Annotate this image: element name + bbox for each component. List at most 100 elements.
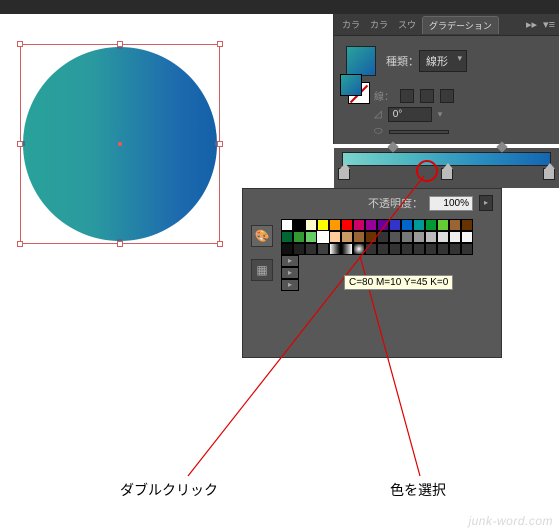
swatch-cell[interactable]: [329, 243, 341, 255]
swatch-cell[interactable]: [461, 243, 473, 255]
swatch-cell[interactable]: [377, 219, 389, 231]
gradient-slider[interactable]: [342, 152, 551, 166]
swatch-cell[interactable]: [437, 231, 449, 243]
tab-color[interactable]: カラ: [338, 15, 364, 34]
gradient-slider-row: [334, 148, 559, 188]
swatch-cell[interactable]: [461, 219, 473, 231]
swatch-cell[interactable]: [437, 243, 449, 255]
swatch-cell[interactable]: [305, 231, 317, 243]
swatch-cell[interactable]: [389, 231, 401, 243]
swatches-popup: 不透明度： 100% ▸ 🎨 ▦ ▸▸▸: [242, 188, 502, 358]
swatch-cell[interactable]: [425, 243, 437, 255]
palette-icon: 🎨: [255, 229, 270, 243]
color-mode-button[interactable]: ▦: [251, 259, 273, 281]
gradient-stop[interactable]: [441, 168, 453, 180]
stroke-gradient-within[interactable]: [400, 89, 414, 103]
resize-handle[interactable]: [17, 41, 23, 47]
swatch-cell[interactable]: [389, 243, 401, 255]
resize-handle[interactable]: [117, 241, 123, 247]
resize-handle[interactable]: [217, 241, 223, 247]
swatch-tooltip: C=80 M=10 Y=45 K=0: [344, 275, 453, 290]
swatch-cell[interactable]: [317, 231, 329, 243]
swatch-folder-icon[interactable]: ▸: [281, 279, 299, 291]
swatch-cell[interactable]: [449, 231, 461, 243]
swatch-cell[interactable]: [449, 219, 461, 231]
swatch-cell[interactable]: [413, 231, 425, 243]
swatch-cell[interactable]: [377, 243, 389, 255]
swatch-cell[interactable]: [293, 231, 305, 243]
resize-handle[interactable]: [17, 241, 23, 247]
highlight-ring: [416, 160, 438, 182]
swatches-mode-button[interactable]: 🎨: [251, 225, 273, 247]
resize-handle[interactable]: [117, 41, 123, 47]
resize-handle[interactable]: [217, 41, 223, 47]
opacity-dropdown-icon[interactable]: ▸: [479, 195, 493, 211]
swatch-cell[interactable]: [413, 219, 425, 231]
panel-menu-icon[interactable]: ▾≡: [543, 18, 555, 31]
swatch-cell[interactable]: [425, 231, 437, 243]
center-point: [118, 142, 122, 146]
swatch-cell[interactable]: [425, 219, 437, 231]
gradient-stop[interactable]: [543, 168, 555, 180]
swatch-cell[interactable]: [401, 231, 413, 243]
gradient-panel: カラ カラ スウ グラデーション ▸▸ ▾≡ 種類： 線形 線： ◿ 0° ▾ …: [334, 14, 559, 144]
swatch-cell[interactable]: [401, 219, 413, 231]
gradient-type-select[interactable]: 線形: [419, 50, 467, 72]
swatch-cell[interactable]: [281, 219, 293, 231]
swatch-cell[interactable]: [461, 231, 473, 243]
opacity-input[interactable]: 100%: [429, 196, 473, 211]
resize-handle[interactable]: [17, 141, 23, 147]
fill-proxy[interactable]: [340, 74, 362, 96]
gradient-preview-swatch[interactable]: [346, 46, 376, 76]
angle-input[interactable]: 0°: [388, 107, 432, 122]
swatch-cell[interactable]: [401, 243, 413, 255]
swatch-cell[interactable]: [293, 243, 305, 255]
gradient-stop[interactable]: [338, 168, 350, 180]
stroke-gradient-along[interactable]: [420, 89, 434, 103]
swatch-folder-icon[interactable]: ▸: [281, 255, 299, 267]
swatch-cell[interactable]: [413, 243, 425, 255]
swatch-cell[interactable]: [305, 219, 317, 231]
type-label: 種類：: [386, 53, 419, 69]
swatch-cell[interactable]: [281, 231, 293, 243]
app-topbar: [0, 0, 559, 14]
swatch-cell[interactable]: [317, 243, 329, 255]
selected-object[interactable]: [20, 44, 220, 244]
opacity-label: 不透明度：: [368, 195, 423, 211]
tab-swatches[interactable]: スウ: [394, 15, 420, 34]
swatch-cell[interactable]: [329, 219, 341, 231]
resize-handle[interactable]: [217, 141, 223, 147]
swatch-cell[interactable]: [353, 231, 365, 243]
swatch-cell[interactable]: [341, 231, 353, 243]
callout-double-click: ダブルクリック: [120, 480, 218, 500]
aspect-input: [389, 130, 449, 134]
swatch-cell[interactable]: [353, 219, 365, 231]
swatch-cell[interactable]: [317, 219, 329, 231]
angle-icon: ◿: [374, 109, 382, 120]
swatch-cell[interactable]: [353, 243, 365, 255]
swatch-cell[interactable]: [293, 219, 305, 231]
aspect-icon: ⬭: [374, 126, 383, 137]
callout-select-color: 色を選択: [390, 480, 446, 500]
swatch-cell[interactable]: [449, 243, 461, 255]
sliders-icon: ▦: [256, 263, 267, 277]
swatch-folder-icon[interactable]: ▸: [281, 267, 299, 279]
watermark: junk-word.com: [468, 514, 553, 528]
tab-color-guide[interactable]: カラ: [366, 15, 392, 34]
swatch-cell[interactable]: [341, 243, 353, 255]
angle-dropdown-icon[interactable]: ▾: [438, 109, 443, 120]
panel-collapse-icon[interactable]: ▸▸: [526, 18, 537, 31]
swatch-cell[interactable]: [305, 243, 317, 255]
stroke-gradient-across[interactable]: [440, 89, 454, 103]
swatch-cell[interactable]: [281, 243, 293, 255]
swatch-cell[interactable]: [389, 219, 401, 231]
swatch-cell[interactable]: [377, 231, 389, 243]
swatch-cell[interactable]: [365, 231, 377, 243]
swatch-cell[interactable]: [329, 231, 341, 243]
swatch-cell[interactable]: [341, 219, 353, 231]
tab-gradient[interactable]: グラデーション: [422, 16, 499, 34]
swatch-cell[interactable]: [365, 219, 377, 231]
stroke-label: 線：: [374, 88, 394, 103]
swatch-cell[interactable]: [437, 219, 449, 231]
swatch-cell[interactable]: [365, 243, 377, 255]
